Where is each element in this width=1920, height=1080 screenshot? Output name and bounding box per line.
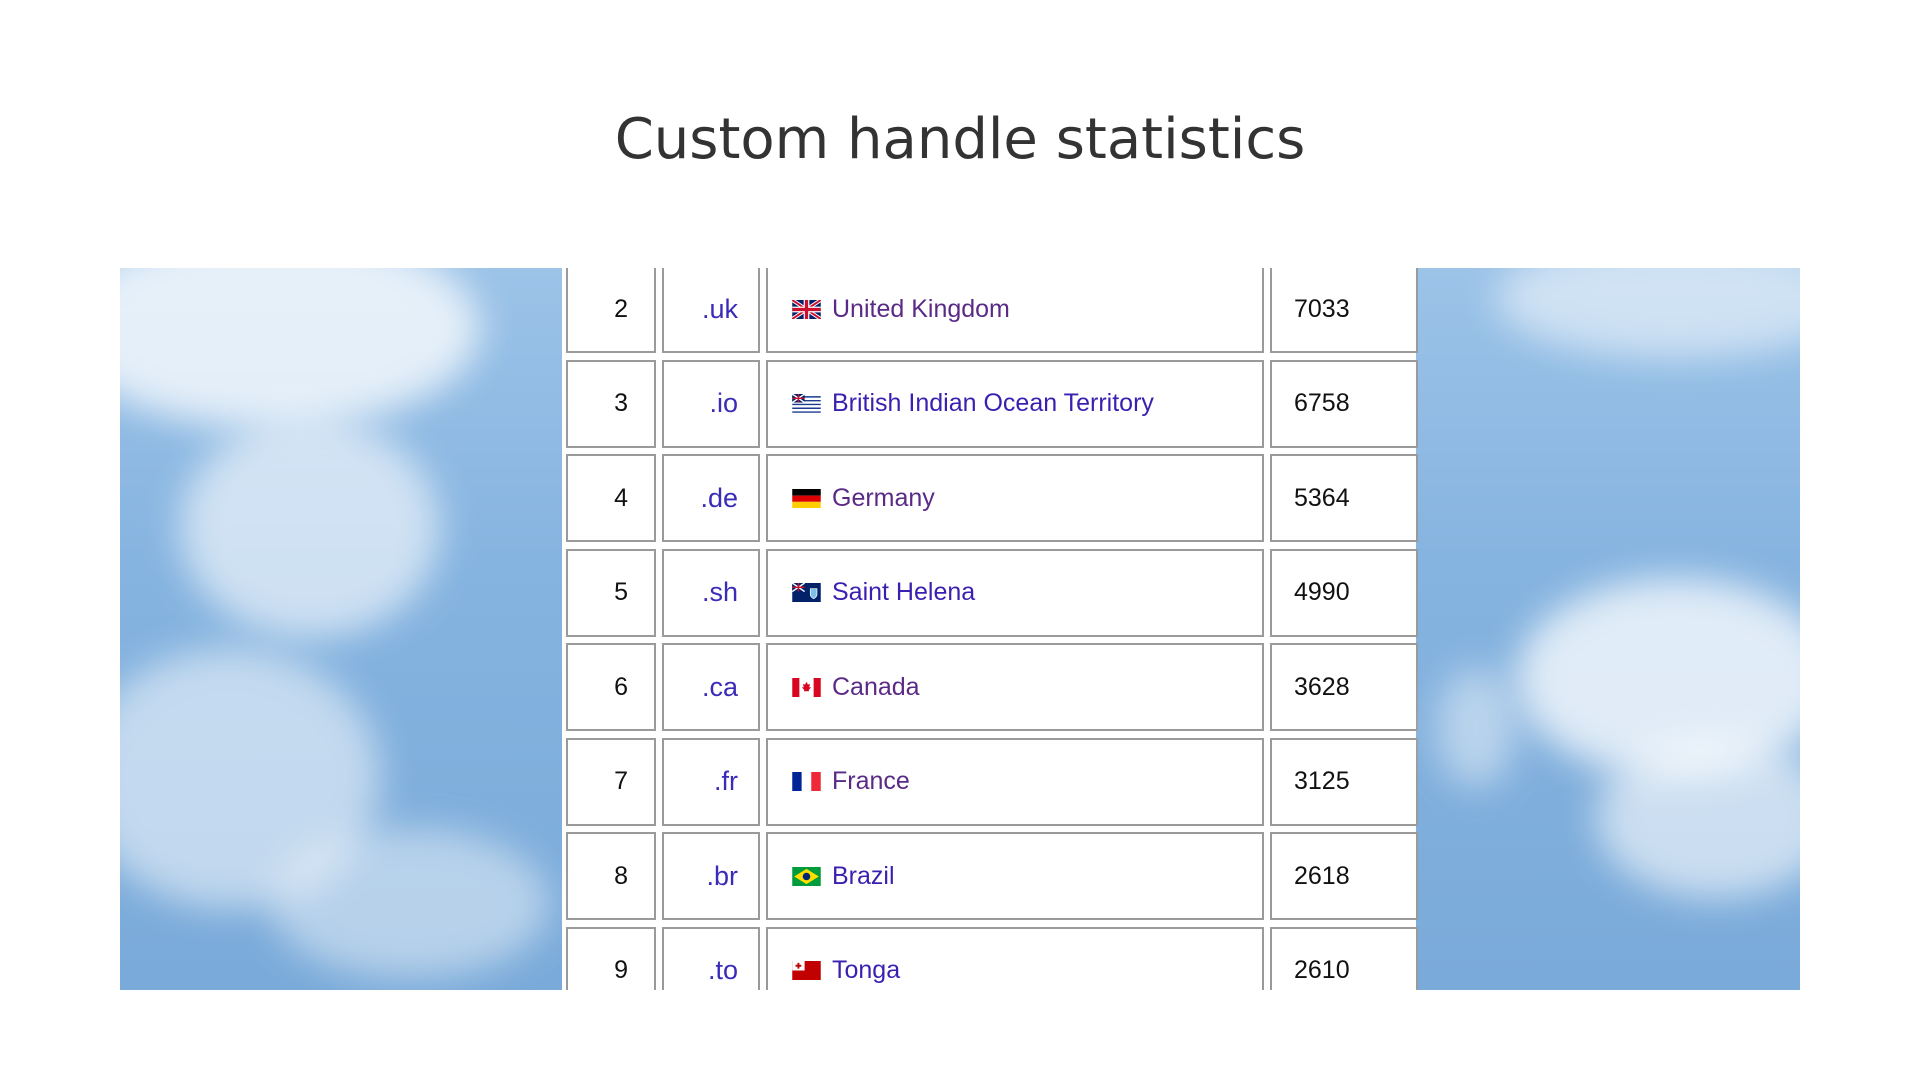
rank-cell: 2 (566, 268, 656, 353)
country-cell: Saint Helena (766, 548, 1264, 637)
rank-cell: 5 (566, 548, 656, 637)
country-link[interactable]: France (832, 767, 910, 796)
flag-io-icon (792, 394, 821, 413)
table-row: 4 .de Germany 5364 (562, 454, 1418, 551)
country-link[interactable]: Brazil (832, 862, 895, 891)
table-row: 5 .sh Saint Helena 4990 (562, 548, 1418, 646)
tld-cell: .io (662, 359, 760, 448)
rank-cell: 7 (566, 737, 656, 826)
country-link[interactable]: Saint Helena (832, 578, 975, 607)
embedded-screenshot: 2 .uk United Kingdom 7033 3 .io British Indian… (120, 268, 1800, 990)
count-cell: 7033 (1270, 268, 1418, 353)
table-row: 8 .br Brazil 2618 (562, 832, 1418, 929)
tld-cell: .de (662, 454, 760, 542)
count-cell: 5364 (1270, 454, 1418, 542)
tld-cell: .uk (662, 268, 760, 353)
rank-cell: 3 (566, 359, 656, 448)
flag-ca-icon (792, 677, 821, 697)
rank-cell: 6 (566, 643, 656, 731)
flag-uk-icon (792, 299, 821, 319)
count-cell: 3125 (1270, 737, 1418, 826)
country-cell: France (766, 737, 1264, 826)
table-row: 7 .fr France 3125 (562, 737, 1418, 835)
flag-to-icon (792, 961, 821, 980)
flag-br-icon (792, 866, 821, 886)
count-cell: 6758 (1270, 359, 1418, 448)
tld-cell: .to (662, 926, 760, 990)
country-cell: Brazil (766, 832, 1264, 920)
rank-cell: 4 (566, 454, 656, 542)
rank-cell: 8 (566, 832, 656, 920)
flag-de-icon (792, 488, 821, 508)
table-row: 3 .io British Indian Ocean Territory 6758 (562, 359, 1418, 457)
tld-cell: .ca (662, 643, 760, 731)
country-cell: Tonga (766, 926, 1264, 990)
sky-background-right (1416, 268, 1800, 990)
flag-sh-icon (792, 583, 821, 602)
slide-title: Custom handle statistics (614, 107, 1306, 172)
tld-cell: .fr (662, 737, 760, 826)
table-row: 9 .to Tonga 2610 (562, 926, 1418, 990)
tld-cell: .br (662, 832, 760, 920)
count-cell: 3628 (1270, 643, 1418, 731)
country-cell: Canada (766, 643, 1264, 731)
country-table: 2 .uk United Kingdom 7033 3 .io British Indian… (562, 268, 1418, 990)
country-cell: British Indian Ocean Territory (766, 359, 1264, 448)
table-row: 2 .uk United Kingdom 7033 (562, 268, 1418, 362)
tld-cell: .sh (662, 548, 760, 637)
country-link[interactable]: British Indian Ocean Territory (832, 389, 1154, 418)
count-cell: 2618 (1270, 832, 1418, 920)
country-cell: Germany (766, 454, 1264, 542)
country-link[interactable]: Tonga (832, 956, 900, 985)
count-cell: 4990 (1270, 548, 1418, 637)
flag-fr-icon (792, 772, 821, 791)
rank-cell: 9 (566, 926, 656, 990)
count-cell: 2610 (1270, 926, 1418, 990)
country-link[interactable]: Germany (832, 484, 935, 513)
country-link[interactable]: Canada (832, 673, 920, 702)
country-link[interactable]: United Kingdom (832, 295, 1010, 324)
sky-background-left (120, 268, 562, 990)
country-cell: United Kingdom (766, 268, 1264, 353)
table-row: 6 .ca Canada 3628 (562, 643, 1418, 740)
